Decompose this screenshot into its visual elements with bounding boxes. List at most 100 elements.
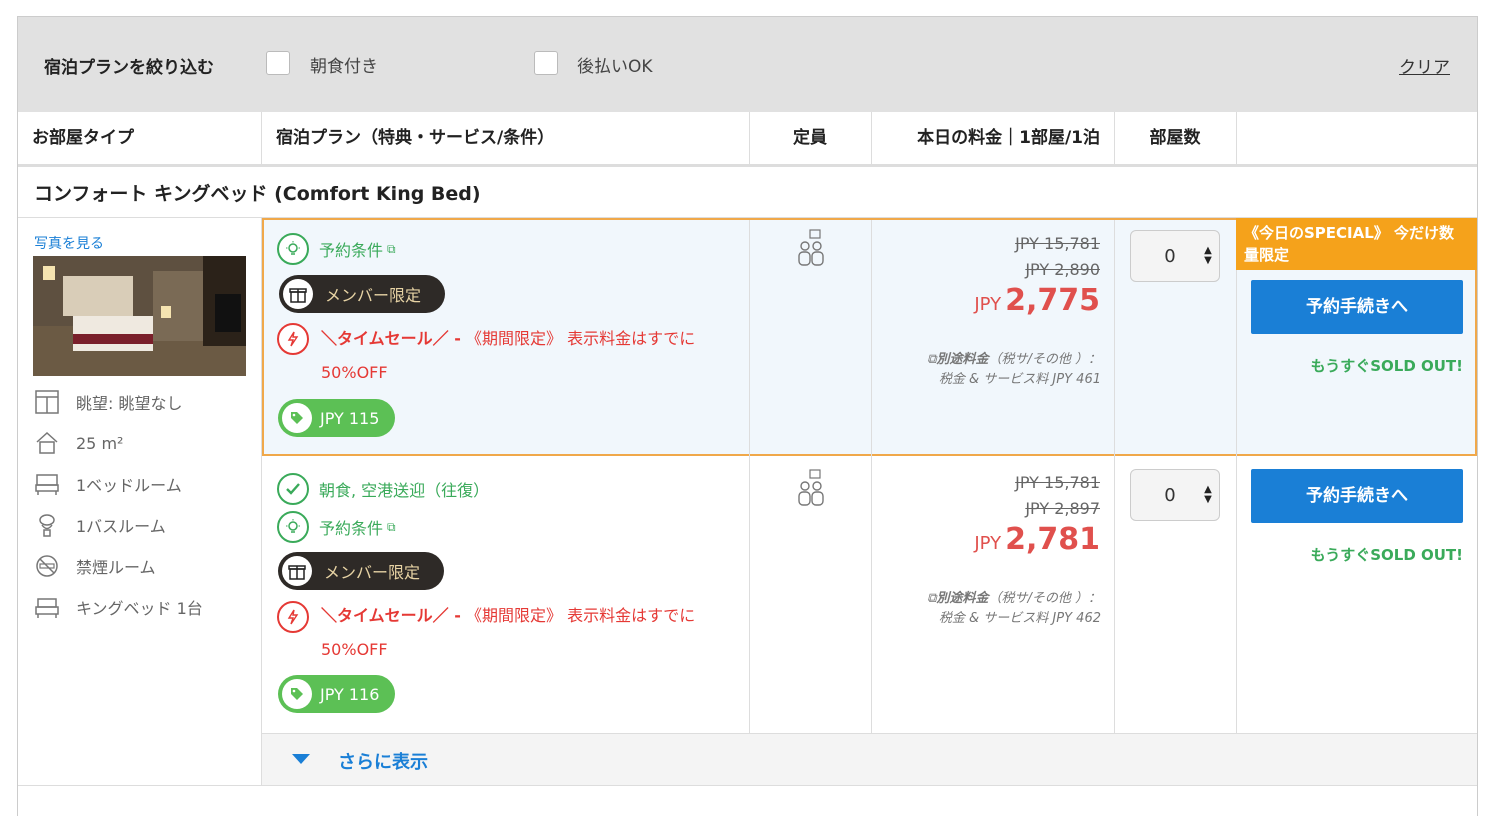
plan1-conditions-label[interactable]: 予約条件 bbox=[319, 237, 383, 261]
table-header: お部屋タイプ 宿泊プラン（特典・サービス/条件） 定員 本日の料金｜1部屋/1泊… bbox=[18, 112, 1477, 167]
plan2-conditions[interactable]: 予約条件 ⧉ bbox=[277, 511, 396, 543]
rate-table: 宿泊プランを絞り込む 朝食付き 後払いOK クリア お部屋タイプ 宿泊プラン（特… bbox=[17, 16, 1478, 816]
breakfast-checkbox-label[interactable]: 朝食付き bbox=[310, 52, 378, 77]
header-room-type: お部屋タイプ bbox=[32, 128, 134, 148]
check-icon bbox=[277, 473, 309, 505]
plan1-conditions[interactable]: 予約条件 ⧉ bbox=[277, 233, 396, 265]
plan2-points-pill: JPY 116 bbox=[278, 675, 396, 713]
view-photos-link[interactable]: 写真を見る bbox=[34, 233, 104, 253]
plan2-included: 朝食, 空港送迎（往復） bbox=[277, 473, 489, 505]
bed-icon bbox=[35, 474, 59, 495]
plan1-sale-bold: ＼タイムセール／ - bbox=[321, 329, 461, 348]
lightning-icon bbox=[277, 601, 309, 633]
breakfast-checkbox[interactable] bbox=[266, 51, 290, 75]
feature-bedroom: 1ベッドルーム bbox=[34, 471, 182, 497]
feature-area: 25 m² bbox=[34, 430, 123, 456]
select-arrows-icon: ▲ ▼ bbox=[1204, 245, 1212, 266]
plan1-price-value: 2,775 bbox=[1005, 283, 1100, 318]
plan2-price: JPY 15,781 JPY 2,897 JPY 2,781 bbox=[860, 470, 1100, 557]
plan1-special-banner: 《今日のSPECIAL》 今だけ数量限定 bbox=[1236, 218, 1477, 270]
plan2-sale-text: ＼タイムセール／ - 《期間限定》 表示料金はすでに 50%OFF bbox=[321, 599, 761, 667]
plan2-tax-line: 税金 & サービス料 JPY 462 bbox=[938, 611, 1101, 626]
pay-later-checkbox-label[interactable]: 後払いOK bbox=[577, 52, 653, 77]
tag-icon bbox=[282, 403, 312, 433]
room-photo[interactable] bbox=[33, 256, 246, 376]
show-more-bar[interactable]: さらに表示 bbox=[262, 733, 1477, 786]
plan2-soldout-notice: もうすぐSOLD OUT! bbox=[1310, 546, 1463, 564]
plan2-conditions-label[interactable]: 予約条件 bbox=[319, 515, 383, 539]
plan2-tax-label[interactable]: 別途料金 bbox=[936, 591, 988, 606]
plan2-member-badge: メンバー限定 bbox=[278, 552, 445, 590]
plan1-tax-label[interactable]: 別途料金 bbox=[936, 352, 988, 367]
plan-filter-bar: 宿泊プランを絞り込む 朝食付き 後払いOK クリア bbox=[18, 17, 1477, 112]
feature-king-bed-label: キングベッド 1台 bbox=[76, 599, 203, 618]
header-rooms: 部屋数 bbox=[1149, 128, 1201, 148]
plan2-member-label: メンバー限定 bbox=[324, 563, 421, 582]
plan2-original-price: JPY 15,781 bbox=[1015, 473, 1100, 492]
feature-view-label: 眺望: 眺望なし bbox=[76, 394, 183, 413]
plan2-price-value: 2,781 bbox=[1005, 522, 1100, 557]
plan1-previous-price: JPY 2,890 bbox=[1025, 260, 1100, 279]
tag-icon bbox=[282, 679, 312, 709]
plan1-room-qty-select[interactable]: 0 ▲ ▼ bbox=[1130, 230, 1220, 282]
plan1-price: JPY 15,781 JPY 2,890 JPY 2,775 bbox=[860, 231, 1100, 318]
plan2-tax-note: ⧉別途料金（税サ/その他 ）： 税金 & サービス料 JPY 462 bbox=[876, 589, 1101, 629]
caret-down-icon bbox=[292, 754, 310, 764]
filter-title: 宿泊プランを絞り込む bbox=[44, 58, 214, 78]
pay-later-checkbox[interactable] bbox=[534, 51, 558, 75]
header-capacity: 定員 bbox=[793, 128, 827, 148]
plan2-included-label: 朝食, 空港送迎（往復） bbox=[319, 481, 490, 500]
plan2-tax-paren: （税サ/その他 ）： bbox=[988, 591, 1101, 606]
plan1-tax-note: ⧉別途料金（税サ/その他 ）： 税金 & サービス料 JPY 461 bbox=[876, 350, 1101, 390]
lightbulb-icon bbox=[277, 233, 309, 265]
plan2-sale-discount: 50%OFF bbox=[321, 640, 388, 659]
plan1-original-price: JPY 15,781 bbox=[1015, 234, 1100, 253]
lightning-icon bbox=[277, 323, 309, 355]
plan1-tax-line: 税金 & サービス料 JPY 461 bbox=[938, 372, 1101, 387]
plan1-soldout-notice: もうすぐSOLD OUT! bbox=[1310, 357, 1463, 375]
gift-icon bbox=[283, 279, 313, 309]
plan2-room-qty-value[interactable]: 0 bbox=[1131, 485, 1197, 506]
feature-king-bed: キングベッド 1台 bbox=[34, 594, 203, 620]
plan1-sale-desc: 《期間限定》 表示料金はすでに bbox=[466, 329, 696, 348]
plan2-book-button[interactable]: 予約手続きへ bbox=[1251, 469, 1463, 523]
plan1-member-badge: メンバー限定 bbox=[279, 275, 446, 313]
toilet-icon bbox=[39, 514, 55, 537]
plan2-sale-desc: 《期間限定》 表示料金はすでに bbox=[466, 606, 696, 625]
feature-nonsmoking: 禁煙ルーム bbox=[34, 553, 156, 579]
plan1-sale-discount: 50%OFF bbox=[321, 363, 388, 382]
plan1-room-qty-value[interactable]: 0 bbox=[1131, 246, 1197, 267]
feature-area-label: 25 m² bbox=[76, 433, 124, 453]
plan1-sale-text: ＼タイムセール／ - 《期間限定》 表示料金はすでに 50%OFF bbox=[321, 322, 761, 390]
king-bed-icon bbox=[35, 598, 59, 618]
no-smoking-icon bbox=[36, 555, 58, 577]
plan1-sale-icon-wrap bbox=[277, 323, 319, 355]
plan1-tax-paren: （税サ/その他 ）： bbox=[988, 352, 1101, 367]
plan1-currency: JPY bbox=[974, 294, 1002, 315]
plan1-book-button[interactable]: 予約手続きへ bbox=[1251, 280, 1463, 334]
feature-nonsmoking-label: 禁煙ルーム bbox=[76, 558, 156, 577]
feature-bathroom: 1バスルーム bbox=[34, 512, 166, 538]
select-arrows-icon: ▲ ▼ bbox=[1204, 484, 1212, 505]
room-name: コンフォート キングベッド (Comfort King Bed) bbox=[34, 183, 481, 205]
gift-icon bbox=[282, 556, 312, 586]
clear-filter-link[interactable]: クリア bbox=[1399, 53, 1450, 78]
plan2-sale-icon-wrap bbox=[277, 601, 319, 633]
capacity-two-people-icon bbox=[798, 469, 824, 506]
plan2-sale-bold: ＼タイムセール／ - bbox=[321, 606, 461, 625]
external-link-icon: ⧉ bbox=[387, 519, 396, 534]
show-more-link[interactable]: さらに表示 bbox=[338, 748, 428, 774]
plan1-points-pill: JPY 115 bbox=[278, 399, 396, 437]
plan1-current-price: JPY 2,775 bbox=[860, 283, 1100, 318]
plan2-room-qty-select[interactable]: 0 ▲ ▼ bbox=[1130, 469, 1220, 521]
plan2-points-label: JPY 116 bbox=[320, 684, 380, 704]
header-plan: 宿泊プラン（特典・サービス/条件） bbox=[276, 128, 555, 148]
plan2-current-price: JPY 2,781 bbox=[860, 522, 1100, 557]
plan1-member-label: メンバー限定 bbox=[325, 286, 422, 305]
header-price: 本日の料金｜1部屋/1泊 bbox=[917, 128, 1100, 148]
feature-bathroom-label: 1バスルーム bbox=[76, 517, 166, 536]
house-area-icon bbox=[36, 431, 58, 454]
plan2-currency: JPY bbox=[974, 533, 1002, 554]
plan2-previous-price: JPY 2,897 bbox=[1025, 499, 1100, 518]
feature-view: 眺望: 眺望なし bbox=[34, 389, 182, 415]
